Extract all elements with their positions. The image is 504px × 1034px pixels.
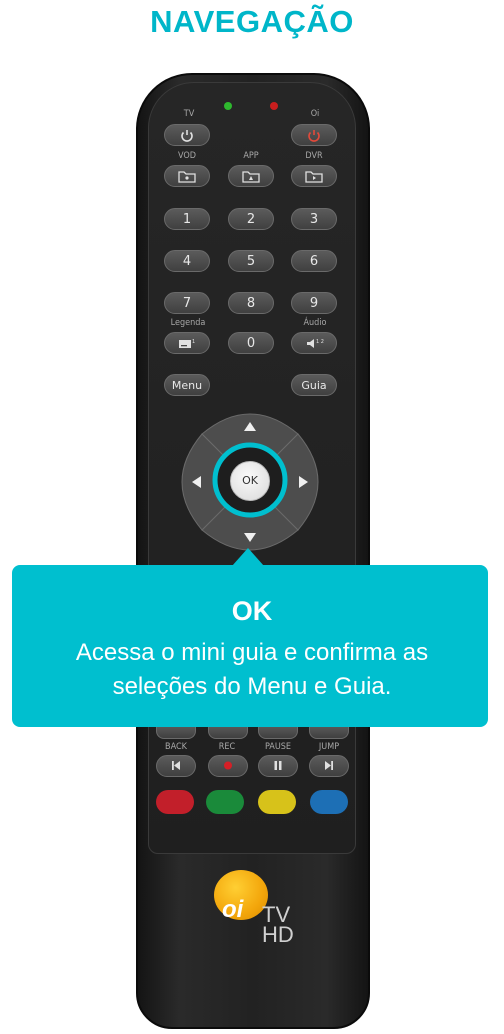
folder-icon	[305, 171, 323, 183]
ok-button[interactable]: OK	[230, 461, 270, 501]
tooltip-body-line-1: Acessa o mini guia e confirma as	[75, 639, 429, 666]
app-label: APP	[243, 151, 259, 161]
legenda-label: Legenda	[170, 318, 206, 328]
fast-forward-button[interactable]	[309, 725, 349, 739]
pause-icon	[274, 761, 282, 770]
tooltip-title: OK	[231, 596, 273, 626]
digit-1-button[interactable]: 1	[164, 208, 210, 230]
oi-power-button[interactable]	[291, 124, 337, 146]
guia-button[interactable]: Guia	[291, 374, 337, 396]
digit-3-button[interactable]: 3	[291, 208, 337, 230]
digit-4-button[interactable]: 4	[164, 250, 210, 272]
yellow-button[interactable]	[258, 790, 296, 814]
vod-button[interactable]	[164, 165, 210, 187]
oi-label: Oi	[310, 109, 320, 119]
rec-label: REC	[218, 742, 236, 752]
app-button[interactable]	[228, 165, 274, 187]
pause-label: PAUSE	[264, 742, 292, 752]
dvr-label: DVR	[305, 151, 323, 161]
tooltip-pointer	[232, 548, 264, 566]
green-button[interactable]	[206, 790, 244, 814]
back-label: BACK	[165, 742, 187, 752]
digit-8-button[interactable]: 8	[228, 292, 274, 314]
power-icon	[308, 130, 320, 142]
dvr-button[interactable]	[291, 165, 337, 187]
rec-button[interactable]	[208, 755, 248, 777]
digit-0-button[interactable]: 0	[228, 332, 274, 354]
svg-text:1 2: 1 2	[192, 339, 197, 345]
folder-icon	[242, 171, 260, 183]
digit-6-button[interactable]: 6	[291, 250, 337, 272]
tv-power-button[interactable]	[164, 124, 210, 146]
play-button[interactable]	[258, 725, 298, 739]
red-button[interactable]	[156, 790, 194, 814]
digit-7-button[interactable]: 7	[164, 292, 210, 314]
skip-forward-icon	[325, 761, 333, 770]
digit-5-button[interactable]: 5	[228, 250, 274, 272]
oi-logo-text: oi	[222, 896, 244, 923]
back-button[interactable]	[156, 755, 196, 777]
subtitle-icon: 1 2	[179, 339, 197, 348]
page-title: NAVEGAÇÃO	[150, 4, 354, 39]
menu-button[interactable]: Menu	[164, 374, 210, 396]
digit-9-button[interactable]: 9	[291, 292, 337, 314]
tooltip-body: Acessa o mini guia e confirma as seleçõe…	[20, 636, 484, 704]
blue-button[interactable]	[310, 790, 348, 814]
svg-text:1 2: 1 2	[316, 339, 324, 345]
jump-button[interactable]	[309, 755, 349, 777]
skip-back-icon	[172, 761, 180, 770]
speaker-icon: 1 2	[307, 339, 324, 348]
tooltip-body-line-2: seleções do Menu e Guia.	[112, 673, 392, 700]
subtitle-button[interactable]: 1 2	[164, 332, 210, 354]
jump-label: JUMP	[318, 742, 340, 752]
vod-label: VOD	[178, 151, 196, 161]
record-icon	[224, 761, 232, 770]
digit-2-button[interactable]: 2	[228, 208, 274, 230]
pause-button[interactable]	[258, 755, 298, 777]
audio-button[interactable]: 1 2	[291, 332, 337, 354]
audio-label: Áudio	[303, 318, 327, 328]
rewind-button[interactable]	[156, 725, 196, 739]
red-led	[270, 102, 278, 110]
tv-hd-logo: TV HD	[262, 904, 294, 947]
power-icon	[181, 130, 193, 142]
tv-label: TV	[183, 109, 195, 119]
hd-logo-text: HD	[262, 922, 294, 947]
folder-icon	[178, 171, 196, 183]
stop-button[interactable]	[208, 725, 248, 739]
green-led	[224, 102, 232, 110]
